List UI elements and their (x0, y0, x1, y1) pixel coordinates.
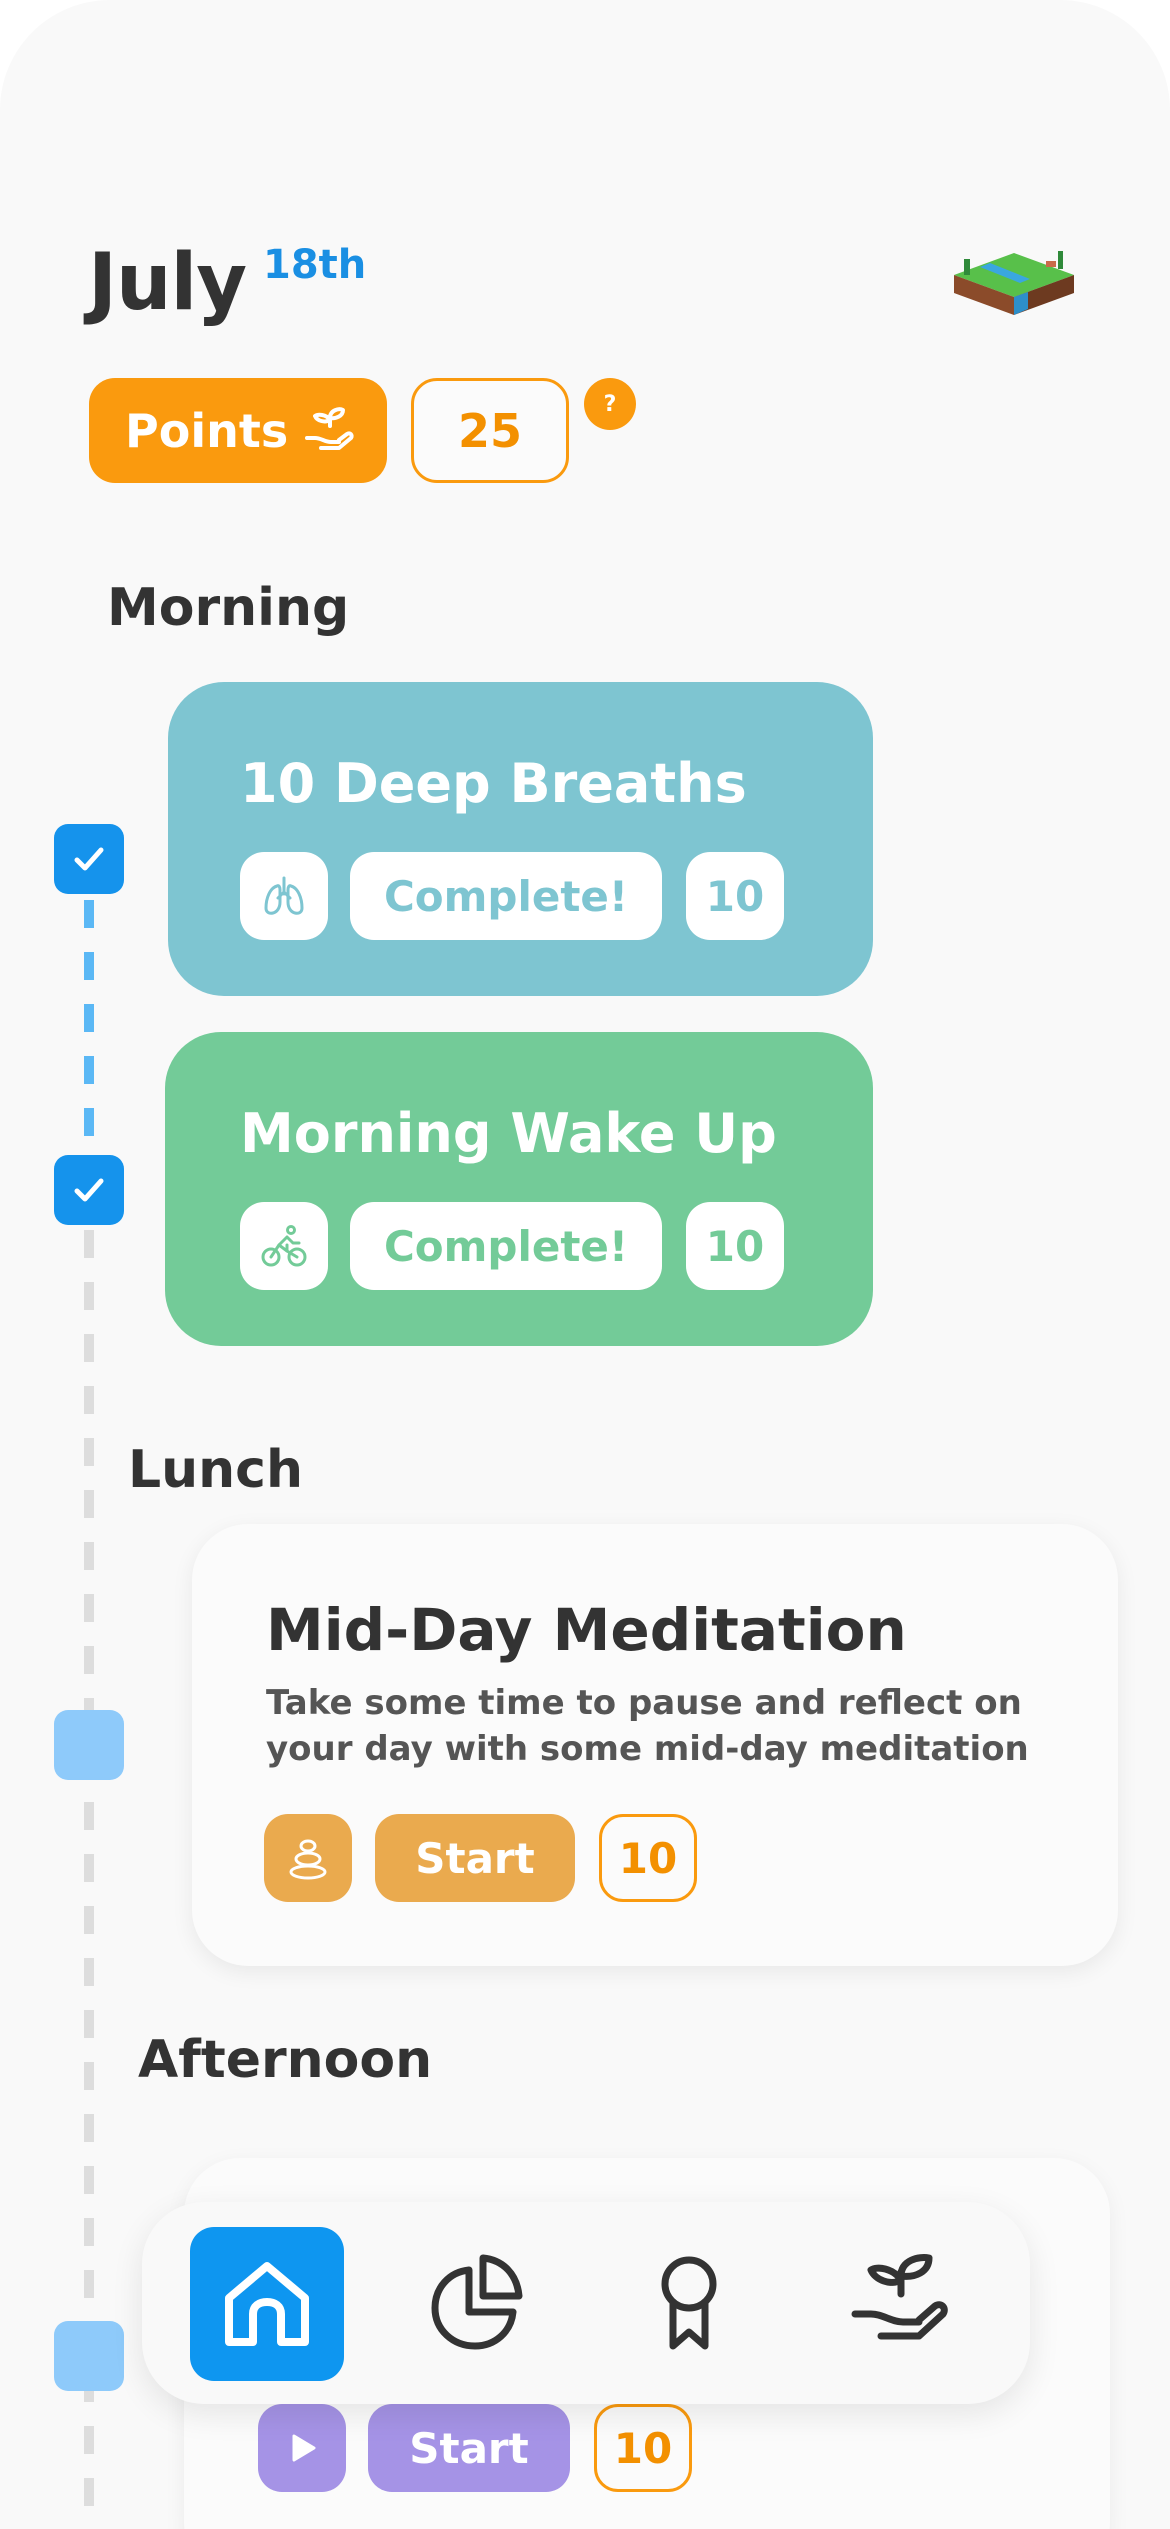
points-label: Points (125, 403, 289, 458)
play-icon (292, 2434, 316, 2462)
plant-hand-icon (851, 2254, 948, 2340)
points-button[interactable]: Points (89, 378, 387, 483)
plant-hand-icon (305, 407, 354, 450)
nav-stats-button[interactable] (420, 2247, 530, 2357)
task-icon-badge (264, 1814, 352, 1902)
app-screen: July 18th Points 25 ? Morning Lunch Afte… (0, 0, 1170, 2529)
task-points: 10 (594, 2404, 692, 2492)
task-checkbox-unchecked[interactable] (54, 2321, 124, 2391)
help-badge[interactable]: ? (584, 378, 636, 430)
task-checkbox-unchecked[interactable] (54, 1710, 124, 1780)
task-title: Morning Wake Up (240, 1102, 777, 1165)
section-title-morning: Morning (107, 578, 350, 638)
check-icon (74, 1178, 104, 1202)
bottom-nav (142, 2202, 1030, 2404)
section-title-lunch: Lunch (128, 1440, 304, 1500)
nav-growth-button[interactable] (846, 2247, 956, 2357)
task-points: 10 (599, 1814, 697, 1902)
task-start-button[interactable]: Start (375, 1814, 575, 1902)
task-title: 10 Deep Breaths (240, 752, 747, 815)
task-icon-badge (240, 1202, 328, 1290)
bicycle-icon (261, 1225, 307, 1267)
award-icon (661, 2256, 717, 2350)
task-checkbox-checked[interactable] (54, 1155, 124, 1225)
section-title-afternoon: Afternoon (138, 2030, 433, 2090)
points-count: 25 (411, 378, 569, 483)
task-status-complete: Complete! (350, 1202, 662, 1290)
task-icon-badge (258, 2404, 346, 2492)
task-start-button[interactable]: Start (368, 2404, 570, 2492)
timeline-completed (84, 900, 94, 1160)
page-title-month: July (88, 238, 247, 328)
task-points: 10 (686, 1202, 784, 1290)
task-status-complete: Complete! (350, 852, 662, 940)
task-points: 10 (686, 852, 784, 940)
task-title: Mid-Day Meditation (266, 1596, 907, 1664)
task-card-deep-breaths[interactable]: 10 Deep Breaths Complete! 10 (168, 682, 873, 996)
island-icon[interactable] (950, 245, 1078, 331)
nav-home-button[interactable] (190, 2227, 344, 2381)
task-card-morning-wake-up[interactable]: Morning Wake Up Complete! 10 (165, 1032, 873, 1346)
home-icon (225, 2262, 309, 2346)
lungs-icon (264, 876, 304, 915)
check-icon (74, 847, 104, 871)
nav-awards-button[interactable] (634, 2247, 744, 2357)
task-checkbox-checked[interactable] (54, 824, 124, 894)
task-description: Take some time to pause and reflect on y… (266, 1683, 1029, 1769)
task-card-mid-day-meditation[interactable]: Mid-Day Meditation Take some time to pau… (192, 1524, 1118, 1966)
page-title-day: 18th (263, 242, 367, 288)
pie-chart-icon (431, 2254, 523, 2350)
stones-icon (289, 1839, 327, 1880)
task-icon-badge (240, 852, 328, 940)
